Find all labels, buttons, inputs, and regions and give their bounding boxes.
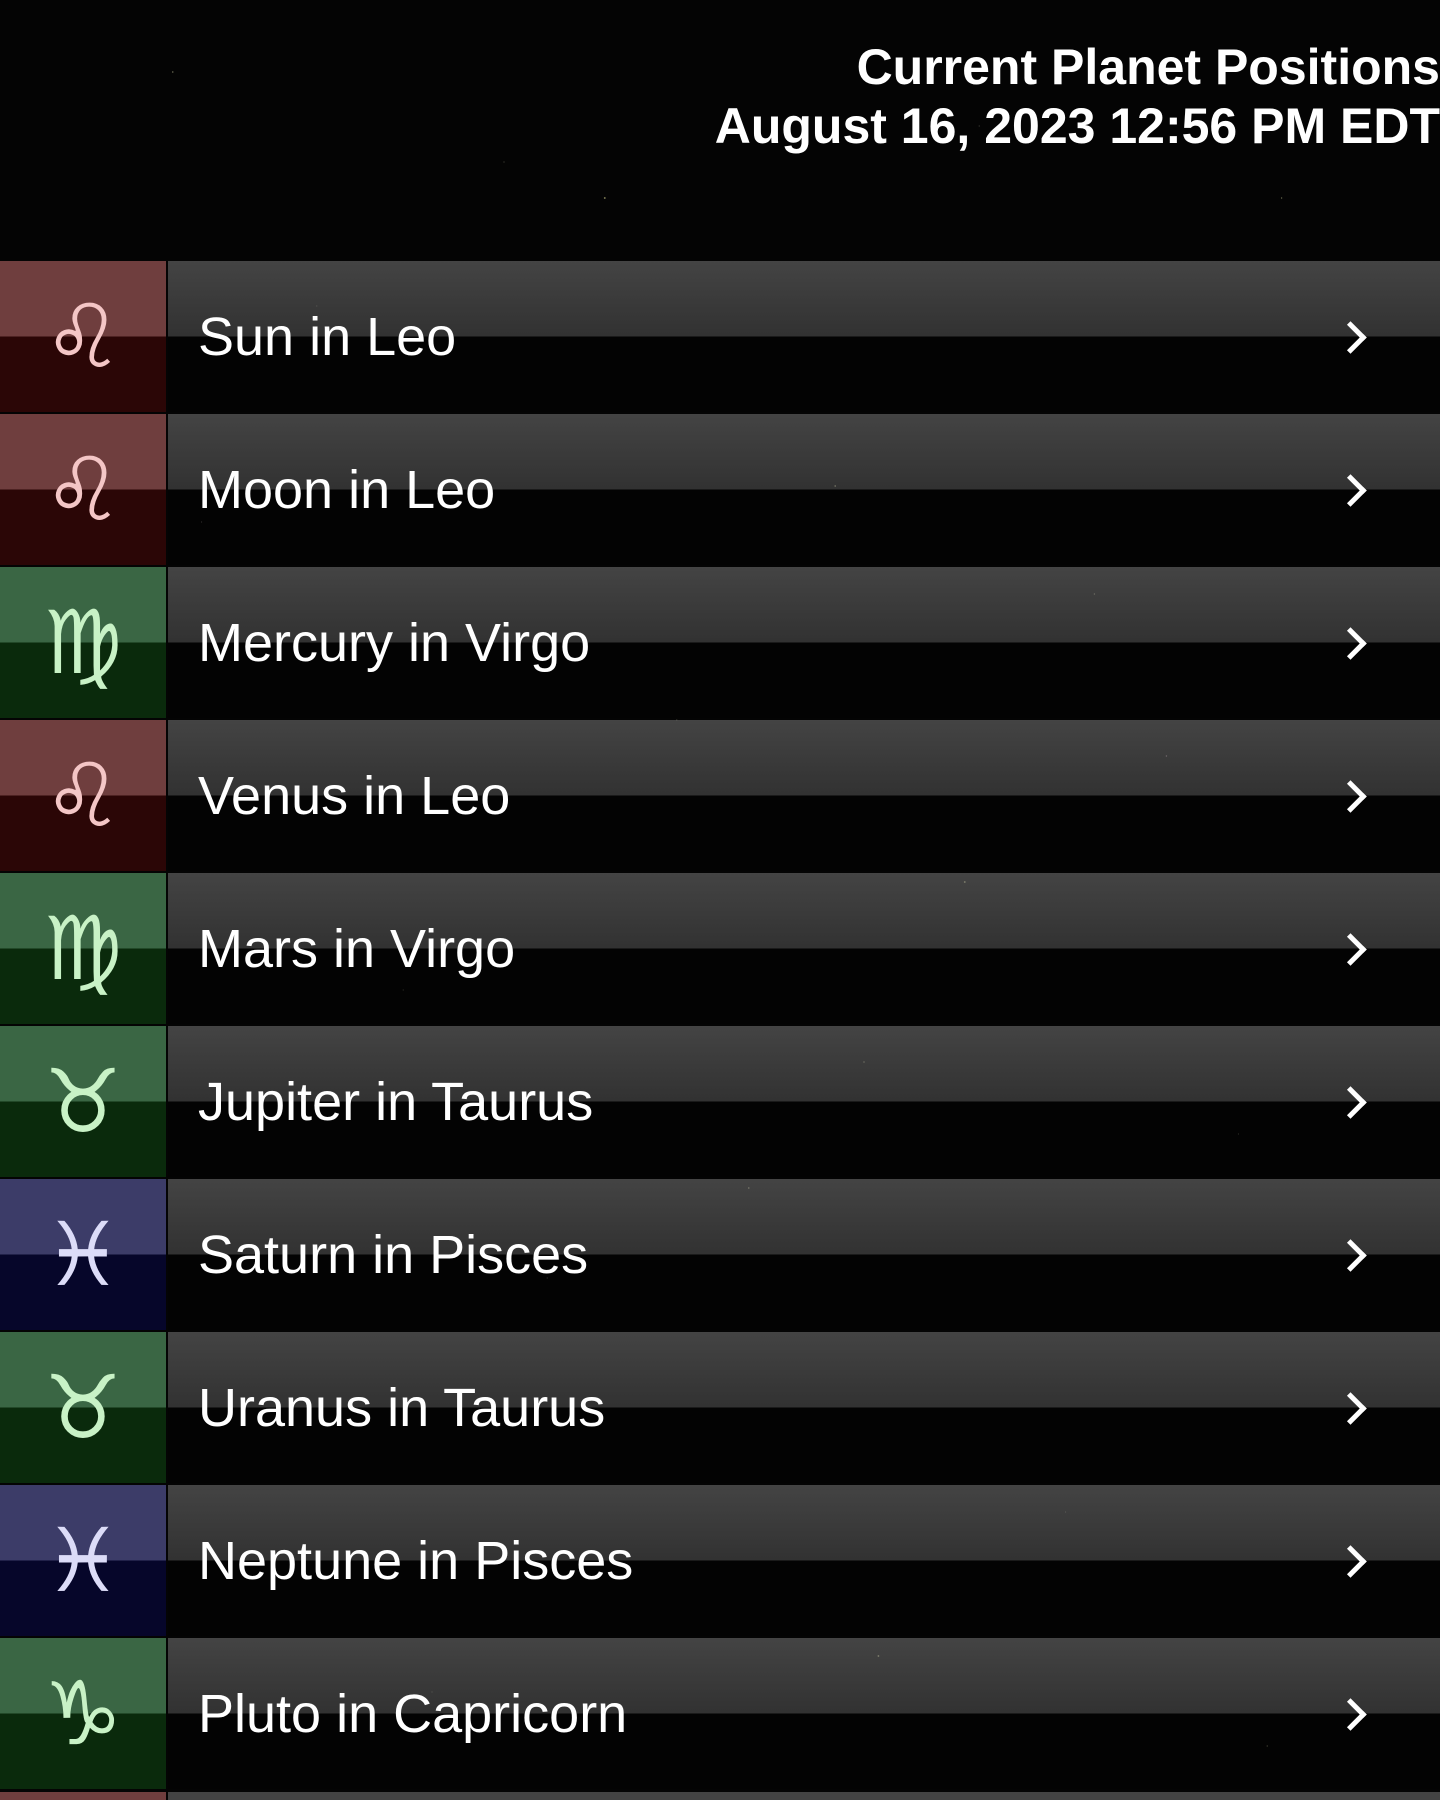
header-datetime: August 16, 2023 12:56 PM EDT (714, 98, 1440, 154)
row-body[interactable]: Mercury in Virgo (168, 567, 1440, 718)
chevron-right-icon (1334, 779, 1367, 813)
planet-positions-screen: Current Planet Positions August 16, 2023… (0, 0, 1440, 1800)
virgo-icon: ♍︎ (43, 896, 123, 1000)
planet-row-label: Uranus in Taurus (198, 1377, 606, 1438)
planet-row-saturn[interactable]: ♓︎ Saturn in Pisces (0, 1179, 1440, 1330)
planet-row-neptune[interactable]: ♓︎ Neptune in Pisces (0, 1485, 1440, 1636)
row-body[interactable]: Sun in Leo (168, 261, 1440, 412)
chevron-right-icon (1334, 1085, 1367, 1119)
planet-row-moon[interactable]: ♌︎ Moon in Leo (0, 414, 1440, 565)
chevron-right-icon (1334, 1544, 1367, 1578)
sign-cell: ♍︎ (0, 567, 166, 718)
planet-row-uranus[interactable]: ♉︎ Uranus in Taurus (0, 1332, 1440, 1483)
next-row-body-edge (168, 1792, 1440, 1800)
planet-row-label: Moon in Leo (198, 459, 496, 520)
planet-row-label: Mercury in Virgo (198, 612, 591, 673)
row-body[interactable]: Neptune in Pisces (168, 1485, 1440, 1636)
pisces-icon: ♓︎ (43, 1508, 123, 1612)
planet-row-mars[interactable]: ♍︎ Mars in Virgo (0, 873, 1440, 1024)
row-body[interactable]: Mars in Virgo (168, 873, 1440, 1024)
chevron-right-icon (1334, 320, 1367, 354)
chevron-right-icon (1334, 473, 1367, 507)
row-body[interactable]: Jupiter in Taurus (168, 1026, 1440, 1177)
row-body[interactable]: Pluto in Capricorn (168, 1638, 1440, 1789)
capricorn-icon: ♑︎ (43, 1661, 123, 1765)
planet-row-pluto[interactable]: ♑︎ Pluto in Capricorn (0, 1638, 1440, 1789)
row-body[interactable]: Venus in Leo (168, 720, 1440, 871)
virgo-icon: ♍︎ (43, 590, 123, 694)
sign-cell: ♌︎ (0, 720, 166, 871)
page-title: Current Planet Positions (856, 39, 1440, 95)
planet-row-mercury[interactable]: ♍︎ Mercury in Virgo (0, 567, 1440, 718)
sign-cell: ♓︎ (0, 1485, 166, 1636)
planet-row-label: Jupiter in Taurus (198, 1071, 594, 1132)
sign-cell: ♓︎ (0, 1179, 166, 1330)
planet-row-label: Sun in Leo (198, 306, 457, 367)
row-body[interactable]: Moon in Leo (168, 414, 1440, 565)
chevron-right-icon (1334, 626, 1367, 660)
leo-icon: ♌︎ (43, 284, 123, 388)
next-row-sign-edge (0, 1792, 166, 1800)
sign-cell: ♌︎ (0, 414, 166, 565)
chevron-right-icon (1334, 1697, 1367, 1731)
planet-row-sun[interactable]: ♌︎ Sun in Leo (0, 261, 1440, 412)
planet-row-label: Saturn in Pisces (198, 1224, 589, 1285)
sign-cell: ♍︎ (0, 873, 166, 1024)
taurus-icon: ♉︎ (43, 1049, 123, 1153)
sign-cell: ♉︎ (0, 1332, 166, 1483)
row-body[interactable]: Saturn in Pisces (168, 1179, 1440, 1330)
planet-row-venus[interactable]: ♌︎ Venus in Leo (0, 720, 1440, 871)
pisces-icon: ♓︎ (43, 1202, 123, 1306)
planet-row-label: Neptune in Pisces (198, 1530, 634, 1591)
taurus-icon: ♉︎ (43, 1355, 123, 1459)
chevron-right-icon (1334, 1238, 1367, 1272)
page-header: Current Planet Positions August 16, 2023… (715, 38, 1440, 156)
sign-cell: ♌︎ (0, 261, 166, 412)
planet-row-label: Pluto in Capricorn (198, 1683, 628, 1744)
planet-row-label: Venus in Leo (198, 765, 511, 826)
leo-icon: ♌︎ (43, 437, 123, 541)
planet-row-jupiter[interactable]: ♉︎ Jupiter in Taurus (0, 1026, 1440, 1177)
leo-icon: ♌︎ (43, 743, 123, 847)
sign-cell: ♑︎ (0, 1638, 166, 1789)
row-body[interactable]: Uranus in Taurus (168, 1332, 1440, 1483)
chevron-right-icon (1334, 932, 1367, 966)
chevron-right-icon (1334, 1391, 1367, 1425)
sign-cell: ♉︎ (0, 1026, 166, 1177)
planet-list: ♌︎ Sun in Leo ♌︎ Moon in Leo ♍︎ Mercury … (0, 261, 1440, 1791)
planet-row-label: Mars in Virgo (198, 918, 516, 979)
